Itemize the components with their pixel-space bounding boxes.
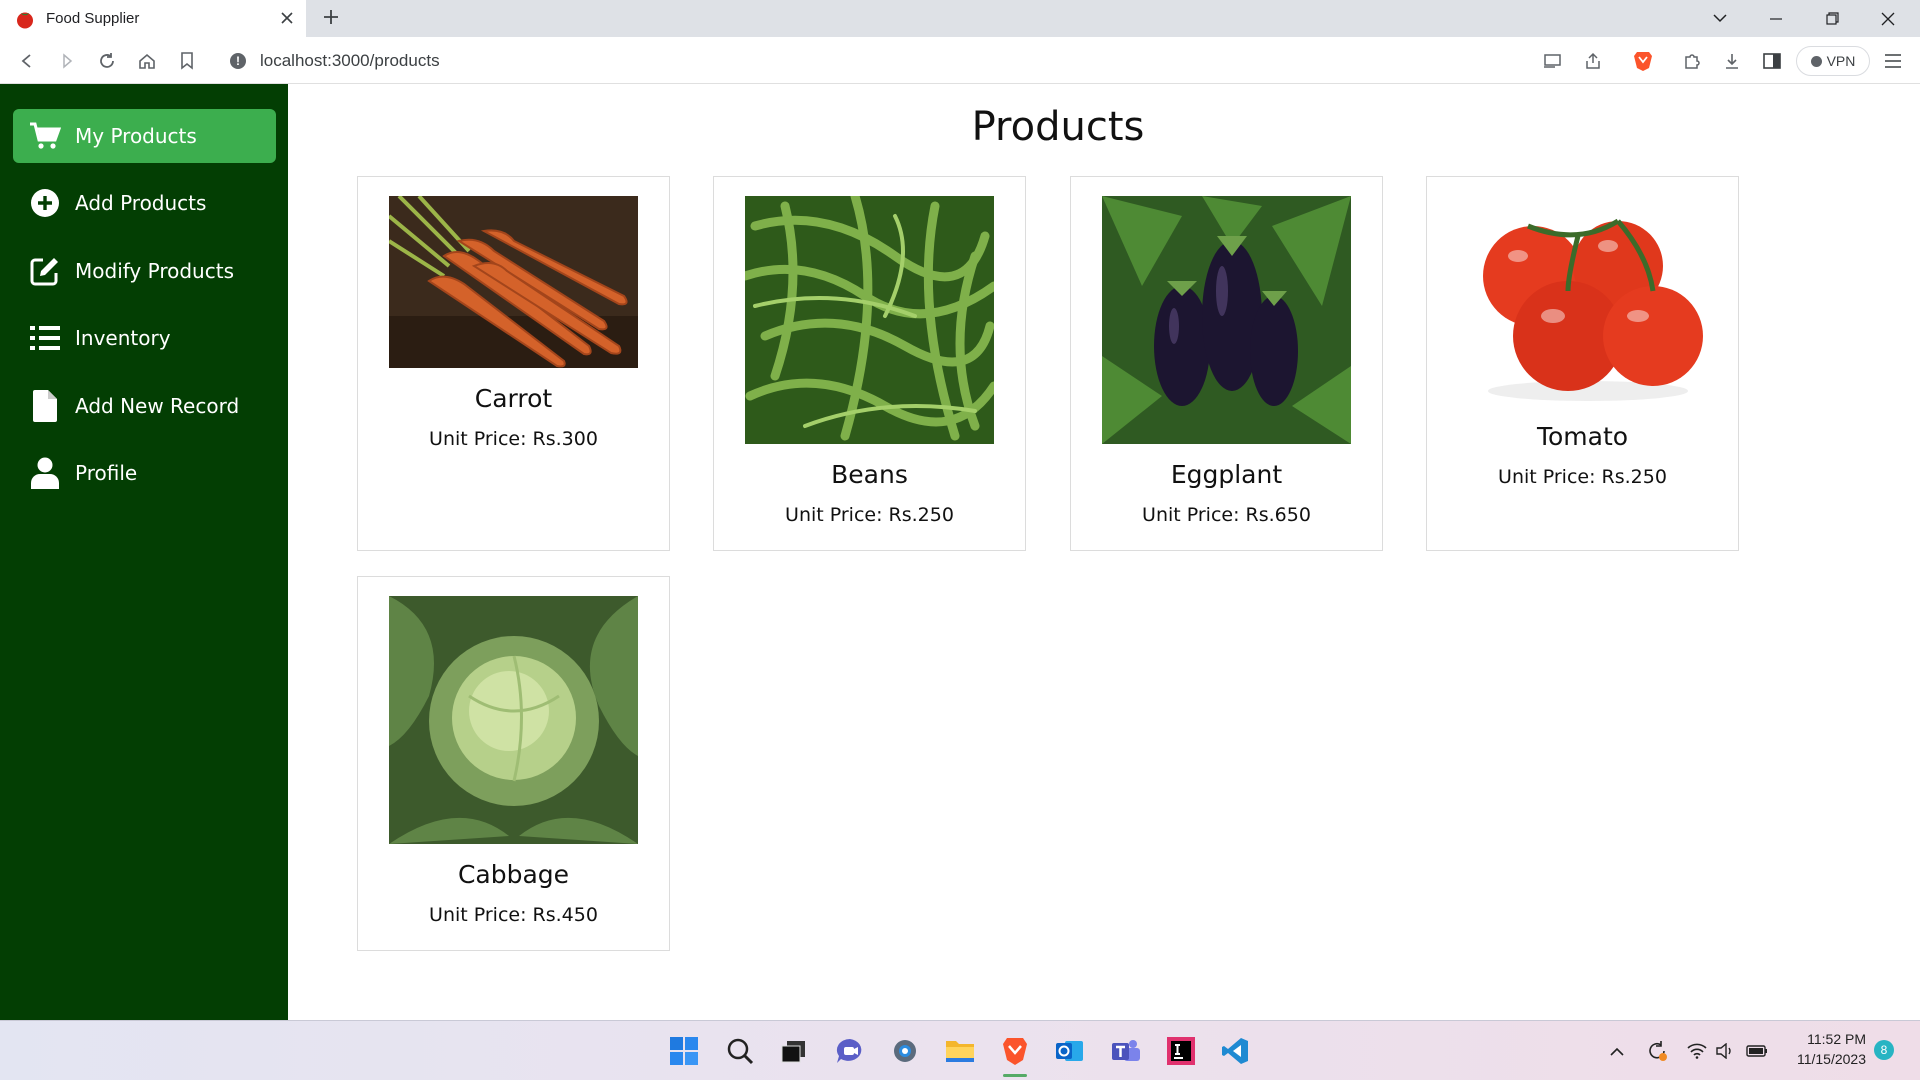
- clock-time[interactable]: 11:52 PM: [1780, 1031, 1866, 1047]
- carrot-image: [389, 196, 638, 368]
- sidebar-item-add-products[interactable]: Add Products: [13, 176, 276, 230]
- close-window-icon[interactable]: [1860, 0, 1916, 37]
- brave-shield-icon[interactable]: [1630, 48, 1656, 74]
- download-icon[interactable]: [1719, 48, 1745, 74]
- product-price: Unit Price: Rs.250: [785, 504, 954, 526]
- battery-icon[interactable]: [1740, 1034, 1774, 1068]
- windows-start-icon[interactable]: [667, 1034, 701, 1068]
- product-price: Unit Price: Rs.650: [1142, 504, 1311, 526]
- browser-toolbar: ! localhost:3000/products VPN: [0, 37, 1920, 84]
- sidebar-item-profile[interactable]: Profile: [13, 446, 276, 500]
- sidebar-toggle-icon[interactable]: [1759, 48, 1785, 74]
- product-card[interactable]: Beans Unit Price: Rs.250: [713, 176, 1026, 551]
- product-card[interactable]: Tomato Unit Price: Rs.250: [1426, 176, 1739, 551]
- search-icon[interactable]: [723, 1034, 757, 1068]
- file-icon: [27, 388, 63, 424]
- tab-search-chevron-icon[interactable]: [1692, 0, 1748, 37]
- task-view-icon[interactable]: [777, 1034, 811, 1068]
- plus-circle-icon: [27, 185, 63, 221]
- user-icon: [27, 455, 63, 491]
- edit-icon: [27, 253, 63, 289]
- new-tab-button[interactable]: [318, 6, 344, 32]
- tomato-image: [1458, 196, 1707, 406]
- sidebar-item-label: Modify Products: [75, 259, 234, 283]
- close-tab-icon[interactable]: [276, 7, 298, 29]
- volume-icon[interactable]: [1708, 1034, 1742, 1068]
- sidebar-item-label: My Products: [75, 124, 197, 148]
- minimize-icon[interactable]: [1748, 0, 1804, 37]
- sidebar-item-inventory[interactable]: Inventory: [13, 311, 276, 365]
- tomato-favicon-icon: [17, 12, 33, 28]
- outlook-icon[interactable]: [1053, 1034, 1087, 1068]
- vpn-status-icon: [1810, 55, 1822, 67]
- tab-title: Food Supplier: [46, 10, 140, 27]
- intellij-icon[interactable]: [1164, 1034, 1198, 1068]
- cabbage-image: [389, 596, 638, 844]
- menu-icon[interactable]: [1880, 48, 1906, 74]
- vpn-label: VPN: [1826, 53, 1856, 69]
- product-price: Unit Price: Rs.300: [429, 428, 598, 450]
- share-icon[interactable]: [1580, 48, 1606, 74]
- sidebar-item-modify-products[interactable]: Modify Products: [13, 244, 276, 298]
- product-price: Unit Price: Rs.250: [1498, 466, 1667, 488]
- sidebar-item-label: Inventory: [75, 326, 171, 350]
- main-content: Products Carrot Unit Price: Rs.300 Beans…: [288, 84, 1920, 1020]
- sidebar-item-label: Profile: [75, 461, 138, 485]
- product-name: Cabbage: [457, 860, 570, 889]
- cart-icon: [27, 118, 63, 154]
- taskbar: 11:52 PM 11/15/2023: [0, 1020, 1920, 1080]
- home-icon[interactable]: [134, 48, 160, 74]
- product-name: Eggplant: [1170, 460, 1283, 489]
- page-title: Products: [971, 104, 1145, 150]
- beans-image: [745, 196, 994, 444]
- product-name: Beans: [831, 460, 908, 489]
- cast-icon[interactable]: [1540, 48, 1566, 74]
- sidebar-item-label: Add Products: [75, 191, 207, 215]
- bookmark-icon[interactable]: [174, 48, 200, 74]
- restore-icon[interactable]: [1804, 0, 1860, 37]
- brave-browser-icon[interactable]: [998, 1034, 1032, 1068]
- teams-icon[interactable]: [1109, 1034, 1143, 1068]
- back-icon[interactable]: [14, 48, 40, 74]
- product-card[interactable]: Cabbage Unit Price: Rs.450: [357, 576, 670, 951]
- vscode-icon[interactable]: [1218, 1034, 1252, 1068]
- url-text: localhost:3000/products: [260, 51, 440, 70]
- sidebar-item-label: Add New Record: [75, 394, 240, 418]
- chevron-up-icon[interactable]: [1600, 1034, 1634, 1068]
- browser-tab[interactable]: Food Supplier: [0, 0, 306, 37]
- settings-icon[interactable]: [888, 1034, 922, 1068]
- browser-tab-strip: Food Supplier: [0, 0, 1920, 37]
- product-card[interactable]: Carrot Unit Price: Rs.300: [357, 176, 670, 551]
- sidebar: My Products Add Products Modify Products…: [0, 84, 288, 1020]
- file-explorer-icon[interactable]: [943, 1034, 977, 1068]
- sidebar-item-my-products[interactable]: My Products: [13, 109, 276, 163]
- extensions-icon[interactable]: [1679, 48, 1705, 74]
- notification-badge[interactable]: 8: [1874, 1040, 1894, 1060]
- vpn-button[interactable]: VPN: [1796, 46, 1870, 76]
- reload-icon[interactable]: [94, 48, 120, 74]
- product-name: Tomato: [1536, 422, 1629, 451]
- product-price: Unit Price: Rs.450: [429, 904, 598, 926]
- chat-icon[interactable]: [833, 1034, 867, 1068]
- product-name: Carrot: [474, 384, 553, 413]
- site-info-icon[interactable]: !: [230, 53, 246, 69]
- address-bar[interactable]: ! localhost:3000/products: [218, 43, 1658, 79]
- clock-date[interactable]: 11/15/2023: [1780, 1051, 1866, 1067]
- product-card[interactable]: Eggplant Unit Price: Rs.650: [1070, 176, 1383, 551]
- list-icon: [27, 320, 63, 356]
- forward-icon[interactable]: [54, 48, 80, 74]
- eggplant-image: [1102, 196, 1351, 444]
- active-app-indicator: [1003, 1074, 1027, 1077]
- sidebar-item-add-new-record[interactable]: Add New Record: [13, 379, 276, 433]
- sync-icon[interactable]: [1640, 1034, 1674, 1068]
